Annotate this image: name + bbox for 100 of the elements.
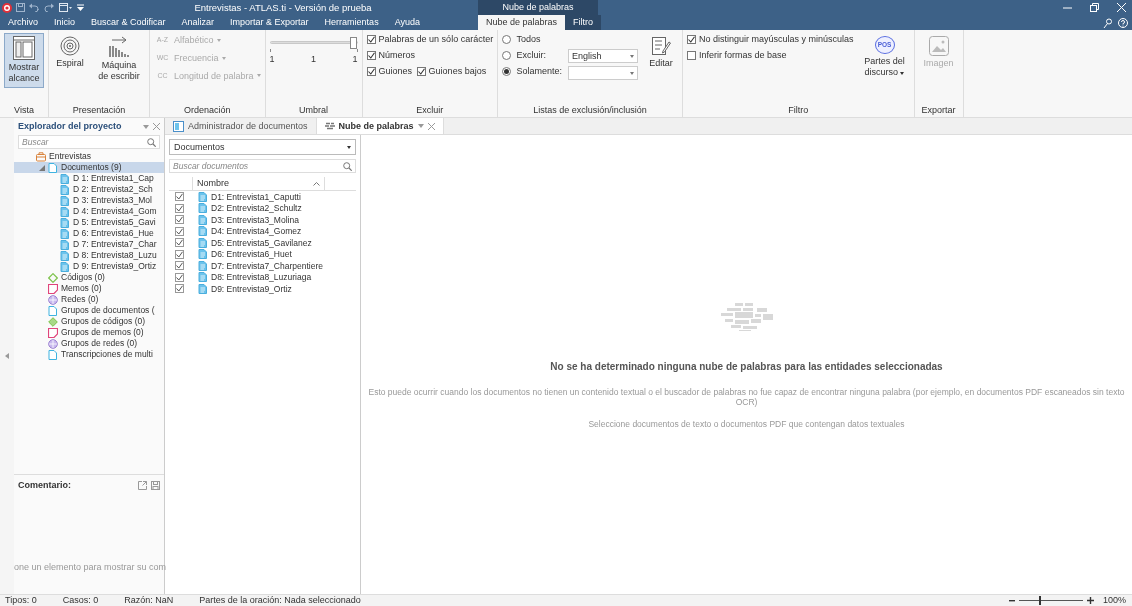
- tree-item-label: Grupos de códigos (0): [61, 316, 146, 327]
- checkbox[interactable]: [175, 272, 184, 282]
- tree-item[interactable]: Códigos (0): [14, 272, 164, 283]
- checkbox[interactable]: [175, 215, 184, 225]
- checkbox[interactable]: [175, 192, 184, 202]
- tree-item[interactable]: D 6: Entrevista6_Hue: [14, 228, 164, 239]
- tree-item[interactable]: D 7: Entrevista7_Char: [14, 239, 164, 250]
- window-icon[interactable]: [59, 3, 73, 12]
- save-icon[interactable]: [151, 481, 160, 491]
- tree-item[interactable]: D 5: Entrevista5_Gavi: [14, 217, 164, 228]
- radio-button[interactable]: [502, 35, 512, 44]
- tree-item[interactable]: Entrevistas: [14, 151, 164, 162]
- help-icon[interactable]: [1117, 17, 1128, 28]
- ribbon-tab[interactable]: Buscar & Codificar: [83, 15, 174, 30]
- document-icon: [60, 173, 70, 184]
- zoom-slider-thumb[interactable]: [1038, 596, 1041, 605]
- document-tab[interactable]: Nube de palabras: [316, 118, 444, 134]
- caret-icon: [256, 74, 261, 78]
- ribbon-button[interactable]: Mostrar alcance: [4, 33, 44, 88]
- radio-button[interactable]: [502, 67, 512, 76]
- radio-label: Todos: [516, 34, 541, 45]
- ribbon-tab[interactable]: Inicio: [46, 15, 84, 30]
- checkbox[interactable]: [175, 284, 184, 294]
- tree-item-label: Transcripciones de multi: [61, 349, 153, 360]
- tree-item[interactable]: Transcripciones de multi: [14, 349, 164, 360]
- radio-button[interactable]: [502, 51, 512, 60]
- close-icon[interactable]: [153, 123, 160, 130]
- slider-thumb[interactable]: [349, 37, 357, 49]
- tick-mark: [356, 49, 358, 52]
- tree-item[interactable]: D 8: Entrevista8_Luzu: [14, 250, 164, 261]
- column-header[interactable]: Nombre: [193, 177, 325, 190]
- search-icon[interactable]: [147, 137, 156, 147]
- checkbox[interactable]: [416, 67, 426, 76]
- tree-item-label: Grupos de memos (0): [61, 327, 144, 338]
- checkbox-label: Inferir formas de base: [698, 50, 787, 61]
- tree-item-label: Memos (0): [61, 283, 102, 294]
- checkbox[interactable]: [366, 35, 376, 44]
- tick-label: 1: [311, 54, 317, 65]
- search-input[interactable]: Buscar: [22, 136, 147, 148]
- tree-item[interactable]: Grupos de memos (0): [14, 327, 164, 338]
- collapse-icon[interactable]: [5, 353, 9, 359]
- pin-menu-icon[interactable]: [143, 124, 149, 129]
- code-group-icon: [48, 316, 58, 327]
- ribbon-tab[interactable]: Nube de palabras: [478, 15, 566, 30]
- tick-label: 1: [269, 54, 275, 65]
- tree-item[interactable]: D 2: Entrevista2_Sch: [14, 184, 164, 195]
- tree-item[interactable]: Documentos (9): [14, 162, 164, 173]
- search-input[interactable]: Buscar documentos: [173, 160, 343, 172]
- tree-item[interactable]: Grupos de redes (0): [14, 338, 164, 349]
- tree-item[interactable]: D 3: Entrevista3_Mol: [14, 195, 164, 206]
- close-icon[interactable]: [427, 122, 435, 130]
- open-icon[interactable]: [138, 481, 147, 491]
- document-icon: [198, 249, 207, 260]
- document-tab[interactable]: Administrador de documentos: [165, 118, 317, 134]
- restore-icon[interactable]: [1090, 3, 1099, 12]
- undo-icon[interactable]: [29, 3, 40, 12]
- tree-item[interactable]: Grupos de documentos (: [14, 305, 164, 316]
- tree-item[interactable]: Grupos de códigos (0): [14, 316, 164, 327]
- ribbon-tab[interactable]: Analizar: [173, 15, 223, 30]
- empty-state-heading: No se ha determinado ninguna nube de palabras para las entidades seleccionadas: [550, 361, 943, 373]
- ribbon-tab[interactable]: Importar & Exportar: [222, 15, 317, 30]
- search-icon[interactable]: [343, 161, 352, 171]
- zoom-in-icon[interactable]: [1087, 597, 1095, 604]
- dropdown-icon[interactable]: [417, 124, 424, 128]
- tree-item[interactable]: Redes (0): [14, 294, 164, 305]
- search-field[interactable]: Buscar documentos: [169, 159, 356, 173]
- checkbox[interactable]: [175, 238, 184, 248]
- tree-item[interactable]: Memos (0): [14, 283, 164, 294]
- search-field[interactable]: Buscar: [18, 135, 160, 149]
- memo-icon: [48, 327, 58, 338]
- checkbox[interactable]: [175, 249, 184, 259]
- ribbon-tab[interactable]: Ayuda: [386, 15, 428, 30]
- customize-icon[interactable]: [77, 3, 84, 12]
- document-name: D1: Entrevista1_Caputti: [211, 191, 301, 202]
- ribbon-tab[interactable]: Archivo: [0, 15, 46, 30]
- window-title: Entrevistas - ATLAS.ti - Versión de prueba: [193, 1, 373, 14]
- checkbox[interactable]: [175, 261, 184, 271]
- tree-item[interactable]: D 9: Entrevista9_Ortiz: [14, 261, 164, 272]
- expand-icon[interactable]: [39, 164, 45, 171]
- ribbon-button[interactable]: Editar: [643, 33, 678, 73]
- ribbon-button[interactable]: Espiral: [53, 33, 87, 73]
- zoom-out-icon[interactable]: [1009, 599, 1016, 602]
- document-icon: [60, 228, 70, 239]
- dropdown[interactable]: Documentos: [169, 139, 356, 155]
- checkbox[interactable]: [686, 35, 696, 44]
- ribbon-button[interactable]: Máquina de escribir: [93, 33, 145, 86]
- checkbox[interactable]: [686, 51, 696, 60]
- checkbox[interactable]: [366, 51, 376, 60]
- dropdown[interactable]: English: [567, 49, 638, 63]
- app-logo-icon[interactable]: [2, 2, 12, 13]
- checkbox[interactable]: [366, 67, 376, 76]
- tree-item[interactable]: D 1: Entrevista1_Cap: [14, 173, 164, 184]
- document-group-icon: [48, 162, 58, 173]
- save-icon[interactable]: [16, 3, 25, 12]
- checkbox[interactable]: [175, 203, 184, 213]
- redo-icon[interactable]: [44, 3, 55, 12]
- tree-item[interactable]: D 4: Entrevista4_Gom: [14, 206, 164, 217]
- radio-label: Solamente:: [516, 66, 562, 77]
- checkbox[interactable]: [175, 226, 184, 236]
- ribbon-tab[interactable]: Herramientas: [316, 15, 387, 30]
